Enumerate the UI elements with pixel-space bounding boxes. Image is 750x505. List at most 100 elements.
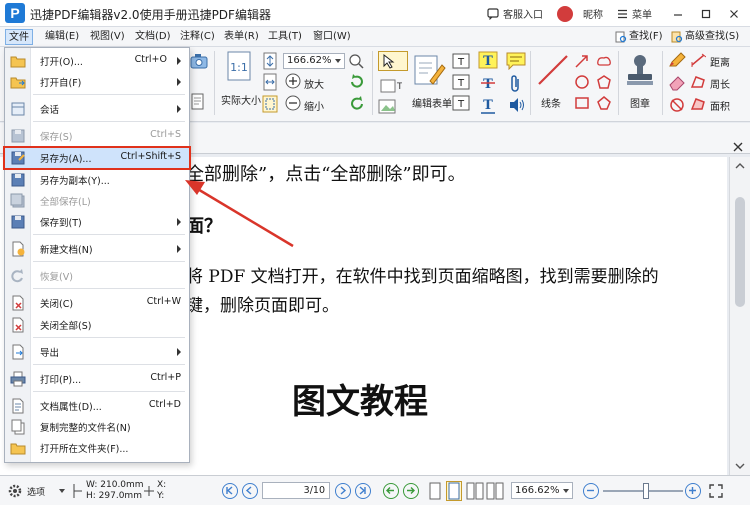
fit-width-icon[interactable] xyxy=(262,73,278,91)
menu-save-copy[interactable]: 另存为副本(Y)... xyxy=(5,170,189,190)
eraser-icon[interactable] xyxy=(668,75,686,91)
menu-form[interactable]: 表单(R) xyxy=(221,29,262,45)
pentagon-icon[interactable] xyxy=(596,95,612,111)
menu-copy-filename[interactable]: 复制完整的文件名(N) xyxy=(5,417,189,437)
area-label[interactable]: 面积 xyxy=(710,98,730,113)
menu-save-all[interactable]: 全部保存(L) xyxy=(5,191,189,211)
menu-window[interactable]: 窗口(W) xyxy=(310,29,354,45)
gear-icon[interactable] xyxy=(7,483,23,499)
cloud-icon[interactable] xyxy=(596,53,612,69)
rectangle-icon[interactable] xyxy=(574,95,590,111)
options-dropdown-icon[interactable] xyxy=(58,487,66,495)
next-page-button[interactable] xyxy=(335,483,351,499)
fit-visible-icon[interactable] xyxy=(262,95,278,113)
maximize-button[interactable] xyxy=(694,4,718,24)
menu-open-folder[interactable]: 打开所在文件夹(F)... xyxy=(5,438,189,458)
menu-print[interactable]: 打印(P)... Ctrl+P xyxy=(5,369,189,389)
find-button[interactable]: 查找(F) xyxy=(612,29,666,45)
advanced-find-button[interactable]: 高级查找(S) xyxy=(668,29,742,45)
menu-revert[interactable]: 恢复(V) xyxy=(5,266,189,286)
tab-close-icon[interactable] xyxy=(732,141,744,153)
scroll-thumb[interactable] xyxy=(735,197,745,307)
menu-save-to[interactable]: 保存到(T) xyxy=(5,212,189,232)
menu-session[interactable]: 会话 xyxy=(5,99,189,119)
status-zoom-select[interactable]: 166.62% xyxy=(511,482,573,499)
menu-export[interactable]: 导出 xyxy=(5,342,189,362)
zoom-out-icon[interactable] xyxy=(285,95,301,111)
menu-document-properties[interactable]: 文档属性(D)... Ctrl+D xyxy=(5,396,189,416)
menu-open[interactable]: 打开(O)... Ctrl+O xyxy=(5,51,189,71)
clear-shape-icon[interactable] xyxy=(668,97,686,113)
arrow-line-icon[interactable] xyxy=(574,53,590,69)
strikeout-icon[interactable]: T xyxy=(478,74,498,92)
stamp-label[interactable]: 图章 xyxy=(630,95,650,110)
menu-open-from[interactable]: 打开自(F) xyxy=(5,72,189,92)
perimeter-label[interactable]: 周长 xyxy=(710,76,730,91)
line-icon[interactable] xyxy=(536,53,570,87)
stamp-icon[interactable] xyxy=(624,53,656,87)
menu-document[interactable]: 文档(D) xyxy=(132,29,174,45)
text-field-icon[interactable]: T xyxy=(380,77,402,95)
perimeter-icon[interactable] xyxy=(690,75,706,89)
polygon-icon[interactable] xyxy=(596,74,612,90)
page-layout-icon[interactable] xyxy=(190,93,208,111)
menu-save-as[interactable]: 另存为(A)... Ctrl+Shift+S xyxy=(3,146,191,170)
callout-text-icon[interactable]: T xyxy=(452,74,470,90)
forward-button[interactable] xyxy=(403,483,419,499)
edit-form-label[interactable]: 编辑表单 xyxy=(412,95,452,110)
snapshot-icon[interactable] xyxy=(190,53,208,69)
vertical-scrollbar[interactable] xyxy=(729,157,750,475)
note-icon[interactable] xyxy=(506,52,526,70)
minimize-button[interactable] xyxy=(666,4,690,24)
distance-icon[interactable] xyxy=(690,53,706,67)
underline-icon[interactable]: T xyxy=(478,97,498,115)
options-label[interactable]: 选项 xyxy=(27,485,45,498)
select-text-icon[interactable] xyxy=(378,51,408,71)
menu-file[interactable]: 文件 xyxy=(5,29,33,45)
sound-icon[interactable] xyxy=(508,97,526,113)
ellipse-icon[interactable] xyxy=(574,74,590,90)
main-menu-button[interactable]: 菜单 xyxy=(617,6,652,21)
edit-form-icon[interactable] xyxy=(412,53,446,87)
single-page-view-icon[interactable] xyxy=(428,482,442,500)
zoom-select[interactable]: 166.62% xyxy=(283,53,345,69)
actual-size-label[interactable]: 实际大小 xyxy=(221,92,261,107)
text-box-icon[interactable]: T xyxy=(452,53,470,69)
avatar[interactable] xyxy=(557,5,573,22)
menu-save[interactable]: 保存(S) Ctrl+S xyxy=(5,126,189,146)
menu-comment[interactable]: 注释(C) xyxy=(177,29,218,45)
first-page-button[interactable] xyxy=(222,483,238,499)
scroll-up-icon[interactable] xyxy=(730,160,750,172)
zoom-tool-icon[interactable] xyxy=(348,53,366,69)
pencil-icon[interactable] xyxy=(668,52,686,68)
zoom-out-label[interactable]: 缩小 xyxy=(304,98,324,113)
status-zoom-out-button[interactable] xyxy=(583,483,599,499)
line-label[interactable]: 线条 xyxy=(541,95,561,110)
highlight-text-icon[interactable]: T xyxy=(478,51,498,69)
rotate-right-icon[interactable] xyxy=(349,73,365,89)
fit-page-icon[interactable] xyxy=(262,52,278,70)
support-button[interactable]: 客服入口 xyxy=(487,6,543,21)
close-button[interactable] xyxy=(722,4,746,24)
rotate-left-icon[interactable] xyxy=(349,95,365,111)
prev-page-button[interactable] xyxy=(242,483,258,499)
area-icon[interactable] xyxy=(690,97,706,111)
menu-view[interactable]: 视图(V) xyxy=(87,29,128,45)
zoom-in-icon[interactable] xyxy=(285,73,301,89)
scroll-down-icon[interactable] xyxy=(730,460,750,472)
fullscreen-icon[interactable] xyxy=(708,483,724,499)
image-field-icon[interactable] xyxy=(378,99,400,115)
continuous-view-icon[interactable] xyxy=(446,481,462,501)
menu-new-document[interactable]: 新建文档(N) xyxy=(5,239,189,259)
menu-edit[interactable]: 编辑(E) xyxy=(42,29,82,45)
facing-view-icon[interactable] xyxy=(466,482,484,500)
actual-size-icon[interactable]: 1:1 xyxy=(226,51,252,81)
continuous-facing-view-icon[interactable] xyxy=(486,482,504,500)
zoom-slider-thumb[interactable] xyxy=(643,483,649,499)
back-button[interactable] xyxy=(383,483,399,499)
menu-close[interactable]: 关闭(C) Ctrl+W xyxy=(5,293,189,313)
menu-close-all[interactable]: 关闭全部(S) xyxy=(5,315,189,335)
zoom-in-label[interactable]: 放大 xyxy=(304,76,324,91)
status-zoom-in-button[interactable] xyxy=(685,483,701,499)
menu-tools[interactable]: 工具(T) xyxy=(265,29,305,45)
